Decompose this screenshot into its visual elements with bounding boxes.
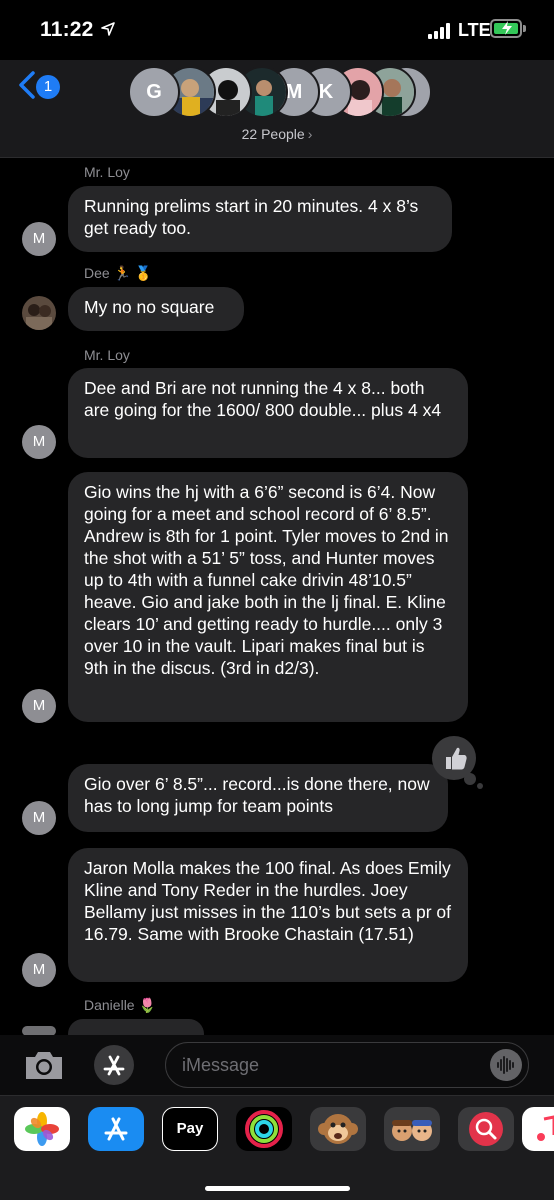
status-time: 11:22 xyxy=(40,18,94,41)
message-sender: Dee 🏃 🥇 xyxy=(84,265,153,281)
app-store-icon[interactable] xyxy=(88,1107,144,1151)
conversation-header: 1 G M K 22 People › xyxy=(0,60,554,158)
message-sender: Danielle 🌷 xyxy=(84,997,156,1013)
camera-icon[interactable] xyxy=(22,1045,66,1085)
charging-bolt-icon xyxy=(502,21,512,35)
cellular-signal-icon xyxy=(428,23,454,39)
web-search-icon[interactable] xyxy=(458,1107,514,1151)
home-indicator[interactable] xyxy=(205,1186,350,1191)
message-bubble[interactable]: Dee and Bri are not running the 4 x 8...… xyxy=(68,368,468,458)
sender-avatar[interactable]: M xyxy=(22,222,56,256)
music-icon[interactable] xyxy=(522,1107,554,1151)
back-chevron-icon[interactable] xyxy=(16,70,38,100)
imessage-app-drawer: Pay xyxy=(0,1095,554,1200)
photos-app-icon[interactable] xyxy=(14,1107,70,1151)
memoji-stickers-icon[interactable] xyxy=(384,1107,440,1151)
message-bubble[interactable]: Gio over 6’ 8.5”... record...is done the… xyxy=(68,764,448,832)
message-bubble[interactable]: Jaron Molla makes the 100 final. As does… xyxy=(68,848,468,982)
sender-avatar[interactable]: M xyxy=(22,953,56,987)
people-count-label: 22 People xyxy=(241,126,305,142)
waveform-icon xyxy=(497,1056,514,1074)
message-input-placeholder: iMessage xyxy=(182,1055,260,1075)
message-bubble[interactable]: My no no square xyxy=(68,287,244,331)
status-bar: 11:22 LTE xyxy=(0,0,554,60)
sender-photo-avatar[interactable] xyxy=(22,296,56,330)
audio-message-button[interactable] xyxy=(490,1049,522,1081)
app-store-glyph-icon xyxy=(103,1055,125,1076)
monkey-memoji-icon[interactable] xyxy=(310,1107,366,1151)
battery-icon xyxy=(490,19,522,38)
battery-cap xyxy=(523,25,526,32)
message-sender: Mr. Loy xyxy=(84,164,130,180)
message-sender: Mr. Loy xyxy=(84,347,130,363)
sender-avatar[interactable]: M xyxy=(22,425,56,459)
tapback-tail xyxy=(477,783,483,789)
message-bubble[interactable]: Gio wins the hj with a 6’6” second is 6’… xyxy=(68,472,468,722)
chevron-right-icon: › xyxy=(307,126,313,142)
group-avatar: G xyxy=(128,66,180,118)
network-type: LTE xyxy=(458,20,491,40)
apple-pay-icon[interactable]: Pay xyxy=(162,1107,218,1151)
group-details-link[interactable]: 22 People › xyxy=(0,126,554,142)
message-input[interactable]: iMessage xyxy=(165,1042,529,1088)
unread-count-badge[interactable]: 1 xyxy=(36,75,60,99)
compose-bar: iMessage xyxy=(0,1035,554,1095)
activity-icon[interactable] xyxy=(236,1107,292,1151)
group-avatars[interactable]: G M K xyxy=(128,66,432,126)
sender-avatar[interactable]: M xyxy=(22,801,56,835)
sender-avatar[interactable]: M xyxy=(22,689,56,723)
tapback-tail xyxy=(464,773,476,785)
message-bubble[interactable]: Running prelims start in 20 minutes. 4 x… xyxy=(68,186,452,252)
app-store-button[interactable] xyxy=(94,1045,134,1085)
location-arrow-icon xyxy=(101,22,115,36)
